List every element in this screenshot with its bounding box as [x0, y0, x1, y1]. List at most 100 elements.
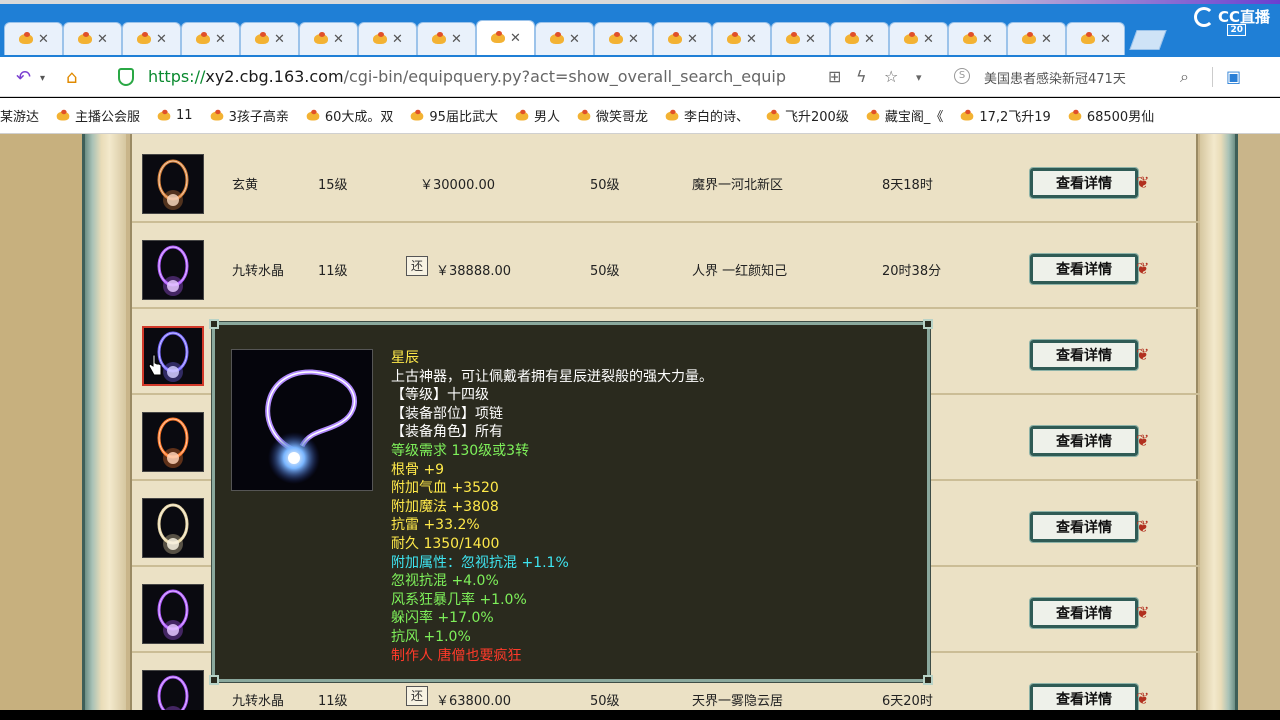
haggle-badge[interactable]: 还 [406, 256, 428, 276]
bookmark-item[interactable]: 17,2飞升19 [959, 106, 1051, 125]
browser-tab[interactable]: ✕ [122, 22, 181, 55]
browser-tab[interactable]: ✕ [240, 22, 299, 55]
search-engine-icon[interactable]: S [954, 68, 970, 84]
tab-close-icon[interactable]: ✕ [510, 31, 521, 46]
bookmark-item[interactable]: 某游达 [0, 106, 39, 125]
browser-tab[interactable]: ✕ [4, 22, 63, 55]
bookmark-item[interactable]: 68500男仙 [1067, 106, 1154, 125]
tab-close-icon[interactable]: ✕ [274, 32, 285, 47]
view-details-label: 查看详情 [1029, 339, 1139, 371]
equipment-thumbnail[interactable] [142, 412, 204, 472]
browser-tab[interactable]: ✕ [358, 22, 417, 55]
stream-badge: 20 [1227, 24, 1246, 36]
haggle-badge[interactable]: 还 [406, 686, 428, 706]
tab-close-icon[interactable]: ✕ [38, 32, 49, 47]
equipment-thumbnail[interactable] [142, 240, 204, 300]
browser-tab[interactable]: ✕ [299, 22, 358, 55]
bookmark-item[interactable]: 微笑哥龙 [576, 106, 648, 125]
grid-apps-icon[interactable]: ⊞ [828, 67, 841, 86]
back-dropdown-icon[interactable]: ▾ [40, 73, 45, 84]
bookmark-item[interactable]: 3孩子高亲 [209, 106, 289, 125]
view-details-button[interactable]: 查看详情 ❦ [1029, 339, 1154, 371]
tab-close-icon[interactable]: ✕ [687, 32, 698, 47]
tab-close-icon[interactable]: ✕ [628, 32, 639, 47]
tab-close-icon[interactable]: ✕ [1100, 32, 1111, 47]
equipment-thumbnail[interactable] [142, 154, 204, 214]
browser-tab[interactable]: ✕ [1007, 22, 1066, 55]
tab-close-icon[interactable]: ✕ [746, 32, 757, 47]
security-shield-icon[interactable] [118, 68, 134, 86]
bookmark-item[interactable]: 飞升200级 [765, 106, 849, 125]
lightning-icon[interactable]: ϟ [856, 67, 867, 86]
tab-close-icon[interactable]: ✕ [215, 32, 226, 47]
browser-tab[interactable]: ✕ [535, 22, 594, 55]
equipment-thumbnail[interactable] [142, 584, 204, 644]
bookmark-favicon-icon [56, 109, 70, 122]
extension-icon[interactable]: ▣ [1226, 67, 1241, 86]
addr-dropdown-icon[interactable]: ▾ [916, 71, 922, 84]
view-details-button[interactable]: 查看详情 ❦ [1029, 167, 1154, 199]
home-icon[interactable]: ⌂ [66, 67, 77, 88]
view-details-button[interactable]: 查看详情 ❦ [1029, 597, 1154, 629]
browser-tab[interactable]: ✕ [712, 22, 771, 55]
bookmark-item[interactable]: 60大成。双 [305, 106, 394, 125]
bookmark-label: 主播公会服 [75, 110, 141, 125]
new-tab-button[interactable] [1129, 30, 1167, 50]
browser-tab[interactable]: ✕ [771, 22, 830, 55]
tab-close-icon[interactable]: ✕ [569, 32, 580, 47]
tab-close-icon[interactable]: ✕ [864, 32, 875, 47]
tooltip-line: 【装备部位】项链 [391, 405, 503, 422]
view-details-label: 查看详情 [1029, 511, 1139, 543]
bookmark-item[interactable]: 主播公会服 [55, 106, 140, 125]
back-icon[interactable]: ↶ [16, 67, 31, 88]
tooltip-line: 制作人 唐僧也要疯狂 [391, 647, 522, 664]
url-field[interactable]: https://xy2.cbg.163.com/cgi-bin/equipque… [148, 67, 786, 86]
tab-close-icon[interactable]: ✕ [451, 32, 462, 47]
equipment-thumbnail[interactable] [142, 498, 204, 558]
tooltip-corner [923, 319, 933, 329]
toolbar-divider [1212, 67, 1213, 87]
tassel-icon: ❦ [1136, 431, 1150, 450]
view-details-button[interactable]: 查看详情 ❦ [1029, 511, 1154, 543]
search-icon[interactable]: ⌕ [1180, 67, 1189, 87]
bookmark-item[interactable]: 李白的诗、 [664, 106, 749, 125]
search-hint[interactable]: 美国患者感染新冠471天 [984, 68, 1126, 87]
bookmark-label: 60大成。双 [324, 110, 394, 125]
browser-tab[interactable]: ✕ [594, 22, 653, 55]
browser-tab[interactable]: ✕ [1066, 22, 1125, 55]
view-details-button[interactable]: 查看详情 ❦ [1029, 253, 1154, 285]
browser-tab[interactable]: ✕ [653, 22, 712, 55]
necklace-icon [157, 245, 189, 296]
view-details-button[interactable]: 查看详情 ❦ [1029, 425, 1154, 457]
browser-tab[interactable]: ✕ [63, 22, 122, 55]
browser-tab[interactable]: ✕ [417, 22, 476, 55]
tab-close-icon[interactable]: ✕ [392, 32, 403, 47]
tab-close-icon[interactable]: ✕ [923, 32, 934, 47]
browser-tab[interactable]: ✕ [889, 22, 948, 55]
time-remaining: 20时38分 [882, 264, 942, 279]
tooltip-line: 根骨 +9 [391, 461, 445, 478]
bookmark-item[interactable]: 男人 [514, 106, 560, 125]
bookmark-item[interactable]: 藏宝阁_《 [865, 106, 943, 125]
tab-close-icon[interactable]: ✕ [156, 32, 167, 47]
tab-close-icon[interactable]: ✕ [805, 32, 816, 47]
browser-tab[interactable]: ✕ [830, 22, 889, 55]
star-icon[interactable]: ☆ [884, 67, 898, 86]
server-name: 魔界一河北新区 [692, 178, 784, 193]
bookmark-label: 某游达 [0, 110, 40, 125]
bookmark-item[interactable]: 95届比武大 [409, 106, 498, 125]
necklace-icon [157, 503, 189, 554]
equipment-thumbnail[interactable] [142, 670, 204, 710]
browser-tab[interactable]: ✕ [948, 22, 1007, 55]
browser-tab[interactable]: ✕ [181, 22, 240, 55]
tab-close-icon[interactable]: ✕ [1041, 32, 1052, 47]
tooltip-corner [209, 319, 219, 329]
tab-close-icon[interactable]: ✕ [97, 32, 108, 47]
bookmark-item[interactable]: 11 [156, 108, 193, 123]
view-details-button[interactable]: 查看详情 ❦ [1029, 683, 1154, 710]
tab-close-icon[interactable]: ✕ [333, 32, 344, 47]
server-name: 人界 一红颜知己 [692, 264, 788, 279]
tab-close-icon[interactable]: ✕ [982, 32, 993, 47]
equipment-price: ￥38888.00 [436, 264, 512, 279]
browser-tab[interactable]: ✕ [476, 20, 535, 55]
